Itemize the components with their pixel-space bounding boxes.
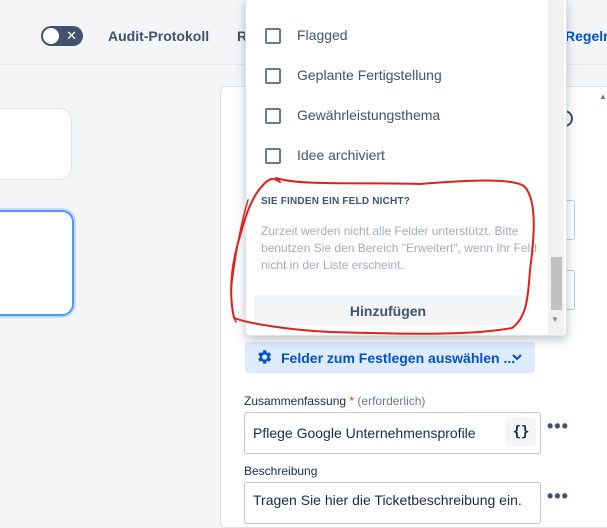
checkbox[interactable] <box>265 28 281 44</box>
checkbox[interactable] <box>265 148 281 164</box>
hint-heading: SIE FINDEN EIN FELD NICHT? <box>261 196 411 207</box>
option-label: Idee archiviert <box>297 147 385 163</box>
tab-audit-log[interactable]: Audit-Protokoll <box>108 28 209 44</box>
dropdown-option[interactable]: Gewährleistungsthema <box>246 95 546 135</box>
gear-icon <box>258 350 272 364</box>
left-card-selected[interactable] <box>0 210 74 316</box>
summary-label: Zusammenfassung * (erforderlich) <box>244 394 426 408</box>
close-icon: ✕ <box>66 28 77 43</box>
field-select-button[interactable]: Felder zum Festlegen auswählen ... <box>245 342 535 373</box>
option-label: Geplante Fertigstellung <box>297 67 442 83</box>
field-dropdown: Flagged Geplante Fertigstellung Gewährle… <box>245 0 567 336</box>
left-card[interactable] <box>0 108 72 180</box>
summary-value: Pflege Google Unternehmensprofile <box>253 425 476 441</box>
smart-value-button[interactable]: {} <box>506 418 536 446</box>
description-field[interactable]: Tragen Sie hier die Ticketbeschreibung e… <box>244 482 541 524</box>
checkbox[interactable] <box>265 68 281 84</box>
more-options-button[interactable]: ••• <box>547 486 569 507</box>
audit-toggle[interactable]: ✕ <box>41 26 83 46</box>
add-button[interactable]: Hinzufügen <box>254 295 522 325</box>
more-options-button[interactable]: ••• <box>547 416 569 437</box>
dropdown-option[interactable]: Geplante Fertigstellung <box>246 55 546 95</box>
dropdown-option[interactable]: Idee archiviert <box>246 135 546 175</box>
description-label: Beschreibung <box>244 464 318 478</box>
tab-rules[interactable]: Regeln <box>565 28 607 44</box>
dropdown-option[interactable]: Flagged <box>246 15 546 55</box>
hint-text: Zurzeit werden nicht alle Felder unterst… <box>261 224 537 272</box>
scrollbar-thumb[interactable] <box>551 257 562 310</box>
summary-field[interactable]: Pflege Google Unternehmensprofile {} <box>244 412 541 454</box>
toggle-knob <box>43 28 59 44</box>
chevron-down-icon <box>512 354 522 361</box>
description-value: Tragen Sie hier die Ticketbeschreibung e… <box>253 492 522 508</box>
field-select-label: Felder zum Festlegen auswählen ... <box>281 350 516 366</box>
scroll-up-icon[interactable]: ▲ <box>599 92 607 106</box>
checkbox[interactable] <box>265 108 281 124</box>
option-label: Flagged <box>297 27 348 43</box>
option-label: Gewährleistungsthema <box>297 107 441 123</box>
scrollbar[interactable]: ▼ <box>548 0 564 335</box>
scroll-down-icon[interactable]: ▼ <box>551 315 559 324</box>
